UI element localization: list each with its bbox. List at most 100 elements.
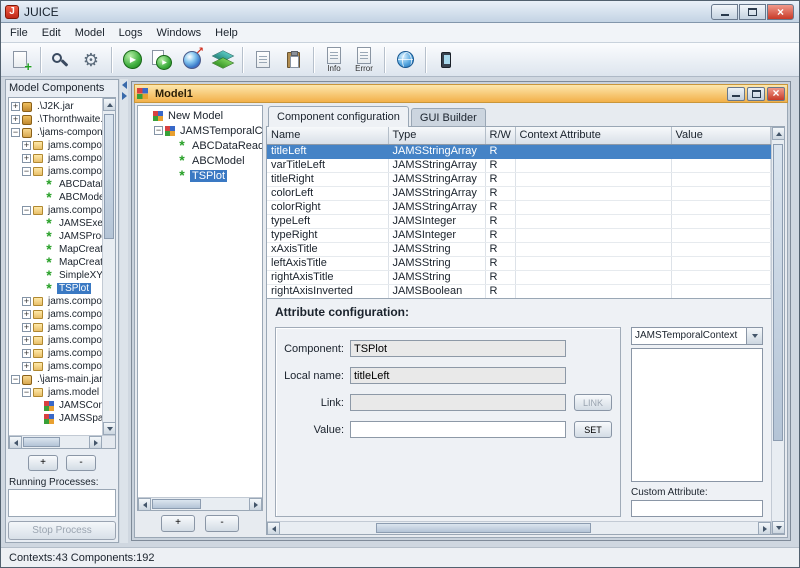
component-field[interactable] (350, 340, 566, 357)
scroll-left-button[interactable] (9, 436, 22, 449)
expand-toggle-icon[interactable]: + (22, 336, 31, 345)
menu-file[interactable]: File (3, 25, 35, 41)
config-horizontal-scrollbar[interactable] (267, 521, 771, 534)
running-processes-list[interactable] (8, 489, 116, 517)
collapse-toggle-icon[interactable]: − (22, 206, 31, 215)
scrollbar-track[interactable] (103, 111, 115, 422)
scrollbar-thumb[interactable] (152, 499, 201, 509)
column-header-value[interactable]: Value (671, 127, 771, 144)
tree-item-jamstemporalcontext[interactable]: −JAMSTemporalContext (140, 123, 262, 138)
split-divider[interactable] (120, 79, 128, 543)
set-button[interactable]: SET (574, 421, 612, 438)
chevron-down-icon[interactable] (746, 328, 762, 344)
info-log-button[interactable]: Info (319, 44, 349, 75)
paste-button[interactable] (278, 44, 308, 75)
menu-model[interactable]: Model (68, 25, 112, 41)
tree-item-jams-componen[interactable]: +jams.componen... (9, 321, 102, 334)
menu-windows[interactable]: Windows (150, 25, 209, 41)
tree-item-jams-componen[interactable]: +jams.componen... (9, 139, 102, 152)
tree-item-abcmodel[interactable]: ABCModel (9, 191, 102, 204)
scrollbar-track[interactable] (280, 522, 758, 534)
tree-item-thornthwaite-jar[interactable]: +.\Thornthwaite.jar (9, 113, 102, 126)
copy-button[interactable] (248, 44, 278, 75)
expand-toggle-icon[interactable]: + (22, 362, 31, 371)
model-remove-button[interactable]: - (205, 515, 239, 532)
scroll-right-button[interactable] (758, 522, 771, 535)
tree-item-jams-components[interactable]: −.\jams-components... (9, 126, 102, 139)
column-header-r-w[interactable]: R/W (485, 127, 515, 144)
tree-item-jams-componen[interactable]: +jams.componen... (9, 360, 102, 373)
expand-toggle-icon[interactable]: + (22, 297, 31, 306)
layers-button[interactable] (207, 44, 237, 75)
error-log-button[interactable]: Error (349, 44, 379, 75)
model-add-button[interactable]: + (161, 515, 195, 532)
tree-item-simplexyplo[interactable]: SimpleXYPlo... (9, 269, 102, 282)
tree-item-mapcreator[interactable]: MapCreator... (9, 256, 102, 269)
minimize-button[interactable] (711, 4, 738, 20)
link-field[interactable] (350, 394, 566, 411)
frame-close-button[interactable] (767, 87, 785, 101)
tree-item-jams-componen[interactable]: −jams.componen... (9, 165, 102, 178)
expand-toggle-icon[interactable]: + (11, 102, 20, 111)
table-row[interactable]: varTitleLeftJAMSStringArrayR (267, 158, 771, 172)
tree-item-jams-componen[interactable]: +jams.componen... (9, 347, 102, 360)
tree-item-jams-componen[interactable]: +jams.componen... (9, 334, 102, 347)
stop-process-button[interactable]: Stop Process (8, 521, 116, 540)
tree-item-jams-componen[interactable]: −jams.componen... (9, 204, 102, 217)
run-model-button[interactable] (117, 44, 147, 75)
scrollbar-thumb[interactable] (23, 437, 60, 447)
tree-item-tsplot[interactable]: TSPlot (9, 282, 102, 295)
column-header-context-attribute[interactable]: Context Attribute (515, 127, 671, 144)
collapse-left-icon[interactable] (122, 81, 127, 89)
scroll-left-button[interactable] (267, 522, 280, 535)
tree-item-jams-componen[interactable]: +jams.componen... (9, 152, 102, 165)
scroll-left-button[interactable] (138, 498, 151, 511)
column-header-type[interactable]: Type (388, 127, 485, 144)
table-row[interactable]: titleLeftJAMSStringArrayR (267, 144, 771, 158)
collapse-toggle-icon[interactable]: − (22, 167, 31, 176)
scrollbar-track[interactable] (151, 498, 249, 510)
tree-item-jamsexecin[interactable]: JAMSExecIn... (9, 217, 102, 230)
tree-item-abcdatare[interactable]: ABCDataRe... (9, 178, 102, 191)
collapse-toggle-icon[interactable]: − (22, 388, 31, 397)
browser-button[interactable] (390, 44, 420, 75)
upload-model-button[interactable] (177, 44, 207, 75)
model-tree-horizontal-scrollbar[interactable] (138, 497, 262, 510)
table-row[interactable]: xAxisTitleJAMSStringR (267, 242, 771, 256)
table-row[interactable]: colorLeftJAMSStringArrayR (267, 186, 771, 200)
table-row[interactable]: titleRightJAMSStringArrayR (267, 172, 771, 186)
expand-toggle-icon[interactable]: + (22, 323, 31, 332)
tree-item-abcdatareader[interactable]: ABCDataReader (140, 138, 262, 153)
run-model-file-button[interactable] (147, 44, 177, 75)
tree-item-mapcreator[interactable]: MapCreator... (9, 243, 102, 256)
expand-toggle-icon[interactable]: + (22, 154, 31, 163)
menu-logs[interactable]: Logs (112, 25, 150, 41)
frame-maximize-button[interactable] (747, 87, 765, 101)
expand-toggle-icon[interactable]: + (22, 141, 31, 150)
frame-minimize-button[interactable] (727, 87, 745, 101)
tree-item-jamsprogre[interactable]: JAMSProgre... (9, 230, 102, 243)
library-tree-vertical-scrollbar[interactable] (102, 98, 115, 435)
titlebar[interactable]: J JUICE (1, 1, 799, 23)
scrollbar-thumb[interactable] (773, 144, 783, 441)
local-name-field[interactable] (350, 367, 566, 384)
table-row[interactable]: typeRightJAMSIntegerR (267, 228, 771, 242)
config-vertical-scrollbar[interactable] (771, 127, 784, 534)
menu-help[interactable]: Help (208, 25, 245, 41)
table-row[interactable]: leftAxisTitleJAMSStringR (267, 256, 771, 270)
remove-component-button[interactable]: - (66, 455, 96, 471)
table-row[interactable]: rightAxisInvertedJAMSBooleanR (267, 284, 771, 298)
scroll-up-button[interactable] (772, 127, 785, 140)
scroll-down-button[interactable] (772, 521, 785, 534)
value-field[interactable] (350, 421, 566, 438)
device-button[interactable] (431, 44, 461, 75)
settings-button[interactable] (76, 44, 106, 75)
scrollbar-thumb[interactable] (104, 114, 114, 238)
tree-item-new-model[interactable]: New Model (140, 108, 262, 123)
scroll-up-button[interactable] (103, 98, 116, 111)
link-button[interactable]: LINK (574, 394, 612, 411)
tree-item-jamsconte[interactable]: JAMSConte... (9, 399, 102, 412)
scrollbar-thumb[interactable] (376, 523, 591, 533)
tab-component-configuration[interactable]: Component configuration (268, 106, 409, 127)
custom-attribute-field[interactable] (631, 500, 763, 517)
